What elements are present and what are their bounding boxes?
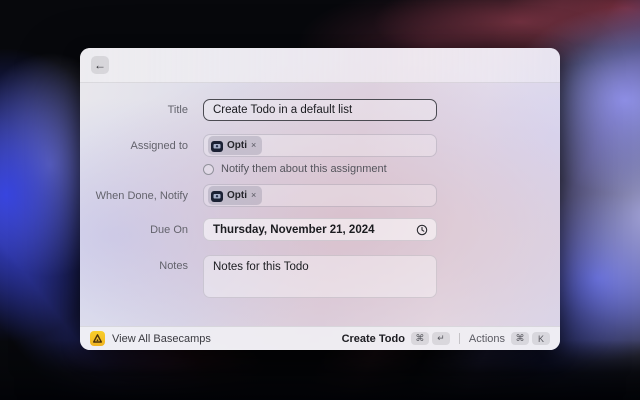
- notify-tag[interactable]: Opti ×: [208, 186, 263, 205]
- footer-actions-group: Create Todo ⌘ ↵ Actions ⌘ K: [342, 332, 550, 345]
- due-on-label: Due On: [150, 223, 188, 236]
- notes-textarea[interactable]: Notes for this Todo: [203, 255, 437, 298]
- notes-label: Notes: [159, 260, 188, 272]
- notes-row: Notes Notes for this Todo: [80, 255, 560, 298]
- assigned-to-label: Assigned to: [130, 139, 188, 152]
- title-input[interactable]: Create Todo in a default list: [203, 99, 437, 121]
- notify-checkbox[interactable]: [203, 163, 214, 175]
- cmd-keycap: ⌘: [410, 332, 429, 345]
- footer-action-bar: View All Basecamps Create Todo ⌘ ↵ Actio…: [80, 326, 560, 350]
- when-done-notify-label: When Done, Notify: [95, 189, 188, 202]
- assignee-avatar: [211, 140, 223, 152]
- notify-avatar: [211, 190, 223, 202]
- title-label: Title: [167, 104, 188, 116]
- when-done-notify-row: When Done, Notify Opti ×: [80, 184, 560, 207]
- assignee-tag[interactable]: Opti ×: [208, 136, 263, 155]
- create-todo-button[interactable]: Create Todo: [342, 333, 405, 345]
- title-row: Title Create Todo in a default list: [80, 99, 560, 121]
- when-done-notify-field[interactable]: Opti ×: [203, 184, 437, 207]
- notify-tag-remove-icon[interactable]: ×: [251, 191, 256, 200]
- clock-icon[interactable]: [416, 224, 428, 236]
- back-arrow-icon: ←: [94, 58, 106, 72]
- notify-checkbox-row: Notify them about this assignment: [80, 163, 560, 175]
- create-todo-window: ← Title Create Todo in a default list As…: [80, 48, 560, 350]
- due-on-value: Thursday, November 21, 2024: [213, 223, 375, 236]
- k-keycap: K: [532, 332, 550, 345]
- notify-tag-name: Opti: [227, 189, 247, 201]
- notify-checkbox-label: Notify them about this assignment: [221, 163, 387, 175]
- basecamp-app-icon: [90, 331, 105, 346]
- window-header: ←: [80, 48, 560, 83]
- back-button[interactable]: ←: [91, 56, 109, 74]
- assignee-tag-name: Opti: [227, 139, 247, 151]
- assigned-to-field[interactable]: Opti ×: [203, 134, 437, 157]
- actions-button[interactable]: Actions: [469, 333, 505, 345]
- footer-divider: [458, 333, 460, 344]
- notify-checkbox-group[interactable]: Notify them about this assignment: [203, 163, 387, 175]
- assigned-to-row: Assigned to Opti ×: [80, 134, 560, 157]
- title-input-value: Create Todo in a default list: [213, 104, 353, 116]
- return-keycap: ↵: [431, 332, 450, 345]
- cmd-keycap: ⌘: [511, 332, 529, 345]
- footer-breadcrumb[interactable]: View All Basecamps: [90, 331, 342, 346]
- notes-value: Notes for this Todo: [213, 261, 309, 273]
- due-on-row: Due On Thursday, November 21, 2024: [80, 218, 560, 241]
- assignee-tag-remove-icon[interactable]: ×: [251, 141, 256, 150]
- due-on-field[interactable]: Thursday, November 21, 2024: [203, 218, 437, 241]
- view-all-basecamps-label: View All Basecamps: [112, 332, 211, 345]
